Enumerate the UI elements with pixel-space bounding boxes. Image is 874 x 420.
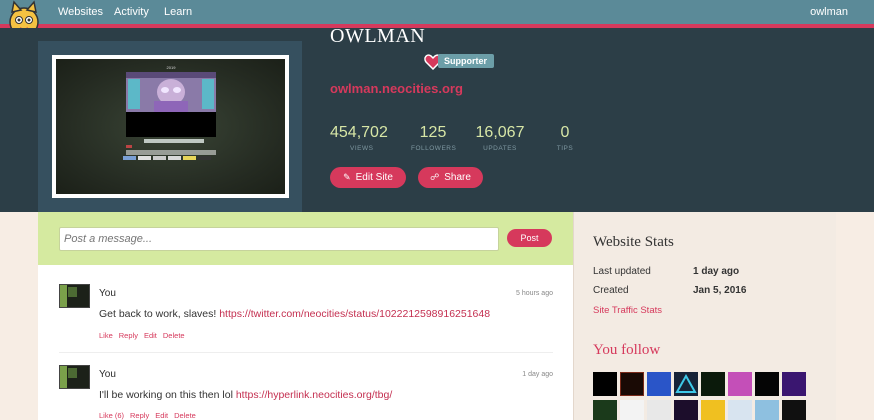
feed-item: You 1 day ago I'll be working on this th… (59, 365, 553, 420)
edit-link[interactable]: Edit (144, 331, 157, 340)
screenshot-year: 2019 (167, 65, 177, 70)
nav-link-websites[interactable]: Websites (58, 6, 103, 18)
triangle-art (675, 373, 697, 393)
stat-updates-label: UPDATES (483, 145, 517, 152)
nav-user-menu[interactable]: owlman (810, 6, 848, 18)
stat-followers-value: 125 (419, 124, 447, 141)
supporter-badge: Supporter (438, 54, 495, 68)
feed-link[interactable]: https://twitter.com/neocities/status/102… (219, 308, 490, 320)
feed-message: I'll be working on this then lol (99, 389, 233, 401)
stat-tips-value: 0 (560, 124, 570, 141)
edit-link[interactable]: Edit (155, 411, 168, 420)
reply-link[interactable]: Reply (130, 411, 149, 420)
created-label: Created (593, 285, 629, 296)
you-follow-heading: You follow (593, 342, 661, 358)
followed-site-thumbnail[interactable] (674, 400, 698, 420)
followed-site-thumbnail[interactable] (593, 400, 617, 420)
site-traffic-stats-link[interactable]: Site Traffic Stats (593, 305, 662, 316)
stat-tips: 0 TIPS (553, 124, 577, 152)
stat-views: 454,702 VIEWS (330, 124, 388, 152)
stat-updates-value: 16,067 (475, 124, 525, 141)
feed-actions: Like (6) Reply Edit Delete (99, 411, 202, 420)
stat-views-value: 454,702 (330, 124, 388, 141)
nav-link-activity[interactable]: Activity (114, 6, 149, 18)
followed-site-thumbnail[interactable] (728, 400, 752, 420)
feed-link[interactable]: https://hyperlink.neocities.org/tbg/ (236, 389, 392, 401)
feed-author[interactable]: You (99, 288, 116, 299)
feed-author[interactable]: You (99, 369, 116, 380)
delete-link[interactable]: Delete (174, 411, 196, 420)
website-stats-heading: Website Stats (593, 234, 674, 250)
followed-site-thumbnail[interactable] (620, 372, 644, 396)
site-url-link[interactable]: owlman.neocities.org (330, 81, 463, 96)
site-screenshot[interactable]: 2019 (52, 55, 289, 198)
followed-site-thumbnail[interactable] (782, 372, 806, 396)
followed-site-thumbnail[interactable] (647, 400, 671, 420)
share-button[interactable]: ☍ Share (418, 167, 483, 188)
feed-timestamp[interactable]: 1 day ago (522, 371, 553, 378)
followed-site-thumbnail[interactable] (701, 372, 725, 396)
avatar[interactable] (59, 284, 90, 308)
feed-text: I'll be working on this then lol https:/… (99, 389, 392, 401)
nav-link-learn[interactable]: Learn (164, 6, 192, 18)
edit-site-label: Edit Site (355, 172, 393, 183)
post-message-input[interactable] (59, 227, 499, 251)
followed-site-thumbnail[interactable] (674, 372, 698, 396)
reply-link[interactable]: Reply (119, 331, 138, 340)
feed-item: You 5 hours ago Get back to work, slaves… (59, 284, 553, 344)
created-value: Jan 5, 2016 (693, 285, 747, 296)
feed-timestamp[interactable]: 5 hours ago (516, 290, 553, 297)
stat-followers: 125 FOLLOWERS (411, 124, 457, 152)
feed-text: Get back to work, slaves! https://twitte… (99, 308, 490, 320)
stat-followers-label: FOLLOWERS (411, 145, 457, 152)
feed-divider (59, 352, 553, 353)
share-icon: ☍ (430, 172, 440, 182)
followed-site-thumbnail[interactable] (647, 372, 671, 396)
like-link[interactable]: Like (6) (99, 411, 124, 420)
last-updated-value: 1 day ago (693, 266, 740, 277)
last-updated-label: Last updated (593, 266, 651, 277)
followed-site-thumbnail[interactable] (701, 400, 725, 420)
feed-message: Get back to work, slaves! (99, 308, 217, 320)
stat-tips-label: TIPS (556, 145, 574, 152)
edit-icon: ✎ (343, 172, 351, 182)
delete-link[interactable]: Delete (163, 331, 185, 340)
followed-site-thumbnail[interactable] (593, 372, 617, 396)
like-link[interactable]: Like (99, 331, 113, 340)
screenshot-art: 2019 (123, 65, 216, 160)
post-button[interactable]: Post (507, 229, 552, 247)
followed-site-thumbnail[interactable] (755, 372, 779, 396)
feed-actions: Like Reply Edit Delete (99, 331, 191, 340)
followed-site-thumbnail[interactable] (782, 400, 806, 420)
stat-views-label: VIEWS (350, 145, 374, 152)
stat-updates: 16,067 UPDATES (473, 124, 527, 152)
site-title: OWLMAN (330, 25, 426, 47)
edit-site-button[interactable]: ✎ Edit Site (330, 167, 406, 188)
avatar[interactable] (59, 365, 90, 389)
followed-site-thumbnail[interactable] (728, 372, 752, 396)
followed-site-thumbnail[interactable] (620, 400, 644, 420)
share-label: Share (444, 172, 471, 183)
followed-site-thumbnail[interactable] (755, 400, 779, 420)
